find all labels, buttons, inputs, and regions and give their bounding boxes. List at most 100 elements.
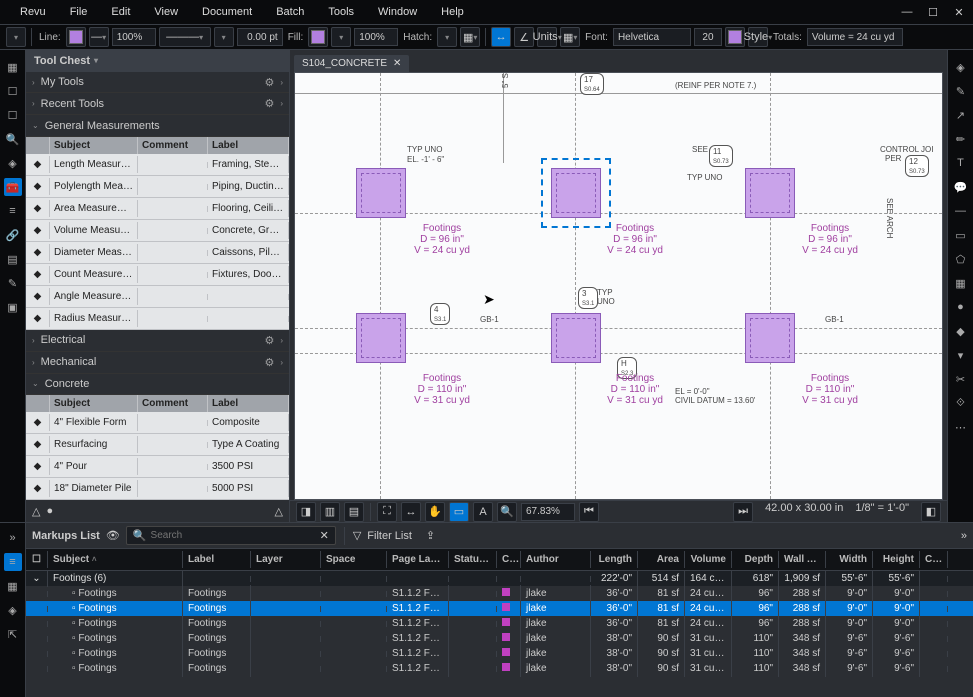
menu-help[interactable]: Help [429, 2, 476, 22]
properties-icon[interactable]: ≡ [4, 202, 22, 220]
line-style-dropdown[interactable]: ― ▾ [89, 27, 109, 47]
markup-row[interactable]: ▫ FootingsFootingsS1.1.2 FOUN...jlake36'… [26, 616, 973, 631]
tool-row[interactable]: ◆Diameter MeasurementCaissons, Piles, Co… [26, 242, 289, 264]
footing-a1[interactable] [356, 168, 406, 218]
clip-icon[interactable]: ✂ [952, 370, 970, 388]
mechanical-row[interactable]: ›Mechanical⚙› [26, 352, 289, 374]
tool-row[interactable]: ◆Length MeasurementFraming, Steel, Grid … [26, 154, 289, 176]
sidebar-toggle-left[interactable]: ◨ [296, 502, 316, 522]
general-measurements-row[interactable]: ⌄General Measurements [26, 115, 289, 137]
fill-mode-dropdown[interactable]: ▾ [331, 27, 351, 47]
menu-tools[interactable]: Tools [316, 2, 366, 22]
note-icon[interactable]: 💬 [952, 178, 970, 196]
footing-a2[interactable] [551, 168, 601, 218]
export-icon[interactable]: ⇪ [426, 529, 435, 542]
gear-icon[interactable]: ⚙ [264, 97, 274, 110]
first-page-icon[interactable]: ⏮ [579, 502, 599, 522]
minimize-button[interactable]: — [901, 6, 913, 18]
zoom-level[interactable] [521, 503, 575, 521]
zoom-icon[interactable]: 🔍 [497, 502, 517, 522]
tool-row[interactable]: ◆Count MeasurementFixtures, Doors, Wind.… [26, 264, 289, 286]
select-icon[interactable]: ▭ [449, 502, 469, 522]
markup-row[interactable]: ▫ FootingsFootingsS1.1.2 FOUN...jlake38'… [26, 661, 973, 676]
menu-view[interactable]: View [142, 2, 190, 22]
close-button[interactable]: ✕ [953, 6, 965, 18]
text-icon[interactable]: A [473, 502, 493, 522]
markup-row[interactable]: ▫ FootingsFootingsS1.1.2 FOUN...jlake38'… [26, 631, 973, 646]
markup-row[interactable]: ▫ FootingsFootingsS1.1.2 FOUN...jlake36'… [26, 586, 973, 601]
links-icon[interactable]: 🔗 [4, 226, 22, 244]
signatures-icon[interactable]: ✎ [4, 274, 22, 292]
forms-icon[interactable]: ▤ [4, 250, 22, 268]
search-input[interactable] [151, 530, 316, 541]
scale-icon[interactable]: ⟐ [952, 394, 970, 412]
shapes-icon[interactable]: ↗ [952, 106, 970, 124]
polygon-icon[interactable]: ⬠ [952, 250, 970, 268]
hatch-style-dropdown[interactable]: ▾ [437, 27, 457, 47]
totals-volume[interactable] [807, 28, 903, 46]
markup-row[interactable]: ▫ FootingsFootingsS1.1.2 FOUN...jlake36'… [26, 601, 973, 616]
units-dropdown[interactable]: Units ▾ [537, 27, 557, 47]
menu-batch[interactable]: Batch [264, 2, 316, 22]
collapse-icon[interactable]: » [961, 530, 967, 542]
decimal-dropdown[interactable]: ▦▾ [560, 27, 580, 47]
my-tools-row[interactable]: ›My Tools⚙› [26, 72, 289, 94]
markups-share-icon[interactable]: ⇱ [4, 625, 22, 643]
fill-opacity-input[interactable] [354, 28, 398, 46]
rect-tool-icon[interactable]: ▭ [952, 226, 970, 244]
sidebar-toggle-right[interactable]: ◧ [921, 502, 941, 522]
filter-icon[interactable]: ▽ [353, 529, 361, 542]
triangle-icon[interactable]: △ [275, 505, 283, 518]
fill-color-swatch[interactable] [308, 27, 328, 47]
close-icon[interactable]: ✕ [393, 58, 401, 69]
image-icon[interactable]: ▦ [952, 274, 970, 292]
last-page-icon[interactable]: ⏭ [733, 502, 753, 522]
gear-icon[interactable]: ⚙ [264, 334, 274, 347]
more-icon-1[interactable]: ◆ [952, 322, 970, 340]
fit-width-icon[interactable]: ↔ [401, 502, 421, 522]
tool-row[interactable]: ◆Volume MeasurementConcrete, Grading [26, 220, 289, 242]
recent-tools-row[interactable]: ›Recent Tools⚙› [26, 93, 289, 115]
tool-chest-icon[interactable]: 🧰 [4, 178, 22, 196]
markups-capture-icon[interactable]: ◈ [4, 601, 22, 619]
hatch-overlay-dropdown[interactable]: ▦▾ [460, 27, 480, 47]
hide-markups-icon[interactable]: 👁 [106, 529, 120, 542]
gear-icon[interactable]: ⚙ [264, 356, 274, 369]
tool-row[interactable]: ◆Area MeasurementFlooring, Ceiling, Glaz… [26, 198, 289, 220]
highlighter-icon[interactable]: ✏ [952, 130, 970, 148]
concrete-row[interactable]: ⌄Concrete [26, 374, 289, 396]
markups-list-icon[interactable]: ≡ [4, 553, 22, 571]
style-dropdown[interactable]: Style ▾ [748, 27, 768, 47]
footing-a3[interactable] [745, 168, 795, 218]
file-access-icon[interactable]: ☐ [4, 106, 22, 124]
expand-icon[interactable]: » [4, 529, 22, 547]
tool-row[interactable]: ◆Polylength MeasurementPiping, Ducting, … [26, 176, 289, 198]
stamp-icon[interactable]: ● [952, 298, 970, 316]
filter-label[interactable]: Filter List [367, 530, 412, 542]
bookmarks-icon[interactable]: ☐ [4, 82, 22, 100]
footing-b2[interactable] [551, 313, 601, 363]
menu-window[interactable]: Window [366, 2, 429, 22]
markup-row[interactable]: ▫ FootingsFootingsS1.1.2 FOUN...jlake38'… [26, 646, 973, 661]
markups-group-row[interactable]: ⌄ Footings (6) 222'-0" 514 sf 164 cu yd … [26, 571, 973, 586]
search-icon[interactable]: 🔍 [4, 130, 22, 148]
edit-icon[interactable]: ✎ [952, 82, 970, 100]
footing-b1[interactable] [356, 313, 406, 363]
dropdown-icon[interactable]: ▾ [952, 346, 970, 364]
more-icon-2[interactable]: ⋯ [952, 418, 970, 436]
layers-icon[interactable]: ▣ [4, 298, 22, 316]
markups-summary-icon[interactable]: ▦ [4, 577, 22, 595]
electrical-row[interactable]: ›Electrical⚙› [26, 330, 289, 352]
menu-revu[interactable]: Revu [8, 2, 58, 22]
dot-icon[interactable]: ● [46, 505, 53, 517]
dash-style-dropdown[interactable]: ――― ▾ [159, 27, 211, 47]
text-tool-icon[interactable]: T [952, 154, 970, 172]
clear-search-icon[interactable]: ✕ [320, 529, 329, 542]
measure-tool-button[interactable]: ↔ [491, 27, 511, 47]
pan-icon[interactable]: ✋ [425, 502, 445, 522]
footing-b3[interactable] [745, 313, 795, 363]
tool-row[interactable]: ◆ResurfacingType A Coating [26, 434, 289, 456]
gear-icon[interactable]: ⚙ [264, 76, 274, 89]
font-size-input[interactable] [694, 28, 722, 46]
drawing-canvas[interactable]: (REINF PER NOTE 7.) TYP UNO EL. -1' - 6"… [294, 72, 943, 500]
